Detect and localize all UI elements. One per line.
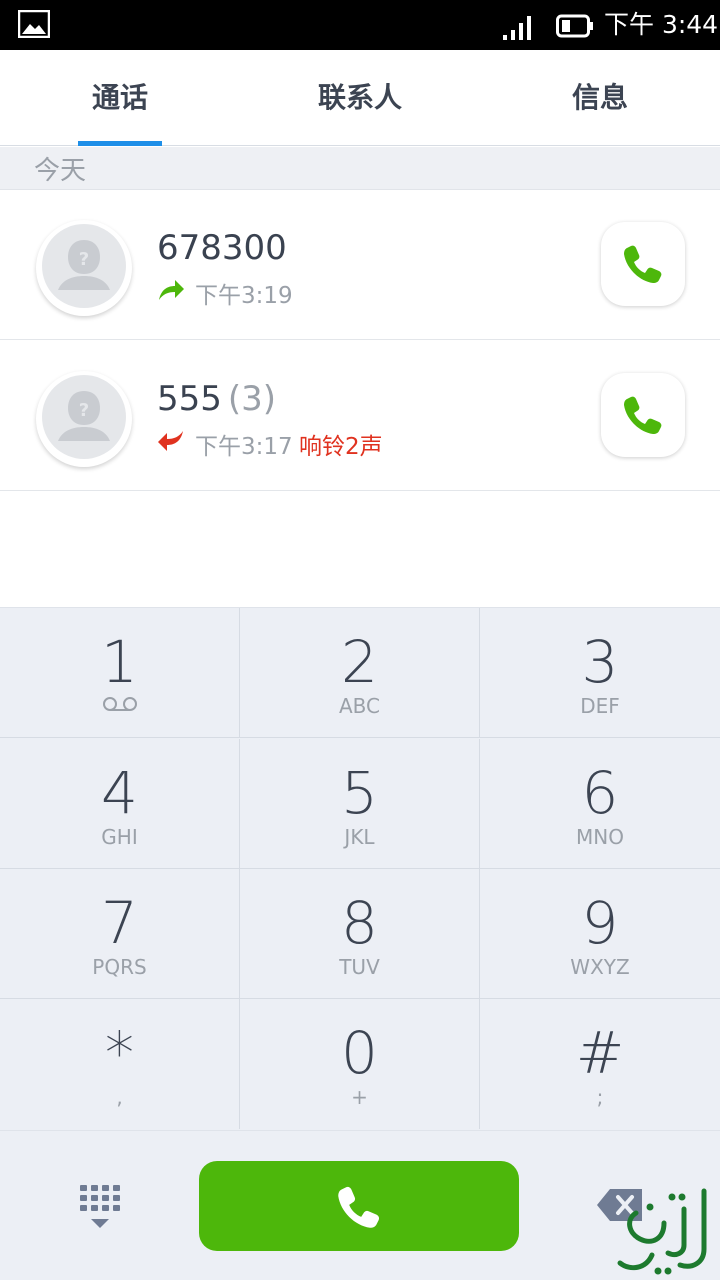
key-digit: 3 (581, 628, 619, 696)
dialpad-key-8[interactable]: 8 TUV (240, 869, 480, 999)
key-letters: WXYZ (570, 955, 630, 979)
key-digit: 7 (101, 889, 138, 957)
dialpad-key-star[interactable]: * , (0, 999, 240, 1129)
key-digit: # (575, 1019, 625, 1087)
dialpad-key-4[interactable]: 4 GHI (0, 739, 240, 869)
phone-icon (338, 1186, 380, 1228)
dialpad-key-6[interactable]: 6 MNO (480, 739, 720, 869)
key-digit: 5 (341, 759, 378, 827)
dialpad-key-hash[interactable]: # ; (480, 999, 720, 1129)
dial-call-button[interactable] (199, 1161, 519, 1251)
key-digit: 6 (581, 759, 619, 827)
call-number-text: 678300 (157, 228, 287, 268)
key-letters: DEF (580, 694, 620, 718)
phone-icon (624, 396, 662, 434)
tab-contacts[interactable]: 联系人 (240, 50, 480, 146)
status-time: 下午 3:44 (604, 10, 719, 39)
call-back-button[interactable] (601, 222, 685, 306)
voicemail-icon (102, 697, 137, 711)
call-log-row[interactable]: ? 678300 下午3:19 (0, 190, 720, 340)
avatar: ? (36, 220, 132, 316)
avatar: ? (36, 371, 132, 467)
call-number-text: 555 (157, 379, 222, 419)
key-digit: * (105, 1019, 134, 1087)
key-digit: 2 (341, 628, 378, 696)
dialpad-key-2[interactable]: 2 ABC (240, 608, 480, 738)
svg-text:?: ? (79, 400, 89, 421)
signal-icon (503, 16, 531, 40)
tab-messages-label: 信息 (571, 81, 628, 114)
key-letters: + (351, 1085, 368, 1109)
dialpad-key-3[interactable]: 3 DEF (480, 608, 720, 738)
section-label: 今天 (34, 156, 87, 186)
key-letters: ABC (338, 694, 380, 718)
key-letters: JKL (344, 825, 375, 849)
unknown-contact-icon: ? (58, 240, 110, 290)
dialpad-toggle-icon[interactable] (78, 1183, 122, 1231)
key-letters: PQRS (92, 955, 147, 979)
call-number: 555 (3) (157, 379, 276, 419)
key-letters: GHI (101, 825, 138, 849)
call-time: 下午3:19 (195, 283, 293, 309)
tab-bar: 通话 联系人 信息 (0, 50, 720, 146)
tab-contacts-label: 联系人 (317, 81, 402, 114)
tab-calls-label: 通话 (91, 81, 148, 114)
call-time: 下午3:17 (195, 434, 293, 460)
svg-text:?: ? (79, 249, 89, 270)
watermark-logo (617, 1188, 707, 1275)
unknown-contact-icon: ? (58, 391, 110, 441)
tab-messages[interactable]: 信息 (480, 50, 720, 146)
key-digit: 1 (101, 628, 138, 696)
call-back-button[interactable] (601, 373, 685, 457)
key-digit: 0 (341, 1019, 378, 1087)
key-letters: , (116, 1085, 123, 1109)
dialer-action-bar (0, 1130, 720, 1280)
tab-calls[interactable]: 通话 (0, 50, 240, 146)
call-number: 678300 (157, 228, 287, 268)
dialpad-key-0[interactable]: 0 + (240, 999, 480, 1129)
section-header-today: 今天 (0, 147, 720, 190)
call-count: (3) (227, 379, 277, 419)
dialpad-key-1[interactable]: 1 (0, 608, 240, 738)
key-digit: 4 (101, 759, 138, 827)
active-tab-indicator (78, 141, 162, 146)
call-log-row[interactable]: ? 555 (3) 下午3:17 响铃2声 (0, 341, 720, 491)
key-letters: ; (596, 1085, 604, 1109)
key-letters: TUV (339, 955, 380, 979)
status-bar: 下午 3:44 (0, 0, 720, 50)
dialpad: 1 2 ABC 3 DEF 4 GHI 5 JKL 6 MNO 7 PQRS 8… (0, 607, 720, 1130)
key-digit: 9 (581, 889, 619, 957)
key-letters: MNO (576, 825, 624, 849)
gallery-icon (18, 10, 50, 38)
key-digit: 8 (341, 889, 378, 957)
ring-count-note: 响铃2声 (299, 434, 383, 460)
dialpad-key-5[interactable]: 5 JKL (240, 739, 480, 869)
dialpad-key-9[interactable]: 9 WXYZ (480, 869, 720, 999)
battery-icon (556, 14, 593, 38)
outgoing-call-icon (159, 280, 184, 300)
missed-call-icon (158, 431, 183, 451)
dialpad-key-7[interactable]: 7 PQRS (0, 869, 240, 999)
phone-icon (624, 245, 662, 283)
